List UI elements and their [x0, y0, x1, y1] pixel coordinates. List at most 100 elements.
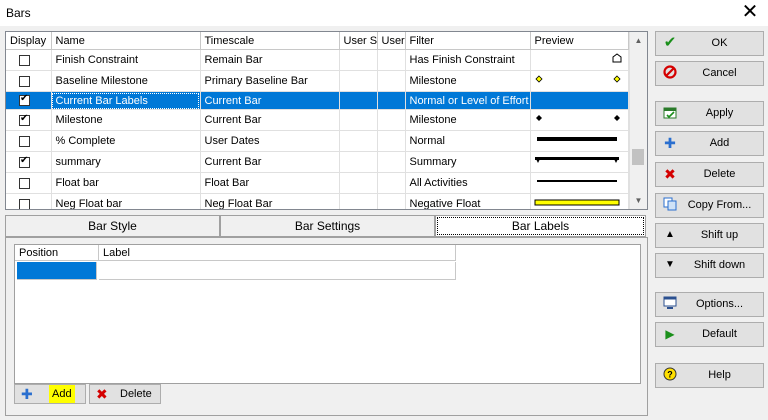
scroll-up-icon[interactable]: ▲ [630, 32, 647, 49]
bar-filter[interactable]: Summary [405, 151, 531, 173]
col-name[interactable]: Name [51, 32, 201, 50]
label-text-cell[interactable] [99, 262, 456, 280]
bar-filter[interactable]: Normal [405, 130, 531, 152]
bar-user-start[interactable] [339, 49, 378, 71]
close-icon[interactable]: ✕ [740, 1, 760, 23]
bar-timescale[interactable]: Current Bar [200, 151, 340, 173]
bar-user-start[interactable] [339, 130, 378, 152]
options-button[interactable]: Options... [655, 292, 764, 317]
bar-name[interactable]: Neg Float bar [51, 193, 201, 209]
bar-user-start[interactable] [339, 151, 378, 173]
bar-user-finish[interactable] [377, 109, 406, 131]
add-bar-button[interactable]: ✚ Add [655, 131, 764, 156]
bar-timescale[interactable]: Current Bar [200, 109, 340, 131]
bar-name[interactable]: Milestone [51, 109, 201, 131]
bar-user-start[interactable] [339, 70, 378, 92]
display-cell[interactable] [6, 91, 52, 110]
bar-preview[interactable] [530, 49, 629, 71]
display-cell[interactable] [6, 130, 52, 152]
bar-user-finish[interactable] [377, 130, 406, 152]
col-timescale[interactable]: Timescale [200, 32, 340, 50]
bar-row[interactable]: Current Bar LabelsCurrent Bar Normal or L… [6, 91, 629, 110]
bar-user-finish[interactable] [377, 193, 406, 209]
bar-timescale[interactable]: Primary Baseline Bar [200, 70, 340, 92]
col-position[interactable]: Position [15, 245, 99, 261]
bar-preview[interactable] [530, 70, 629, 92]
display-checkbox[interactable] [19, 113, 30, 126]
help-button[interactable]: ? Help [655, 363, 764, 388]
bar-timescale[interactable]: Remain Bar [200, 49, 340, 71]
bar-filter[interactable]: Normal or Level of Effort [405, 91, 531, 110]
bar-filter[interactable]: Milestone [405, 70, 531, 92]
shift-down-button[interactable]: ▼ Shift down [655, 253, 764, 278]
display-cell[interactable] [6, 172, 52, 194]
bar-row[interactable]: Float bar Float Bar All Activities [6, 172, 629, 194]
bar-user-finish[interactable] [377, 91, 406, 110]
bar-timescale[interactable]: User Dates [200, 130, 340, 152]
col-preview[interactable]: Preview [530, 32, 629, 50]
display-checkbox[interactable] [19, 177, 30, 189]
display-cell[interactable] [6, 193, 52, 209]
bar-filter[interactable]: Negative Float [405, 193, 531, 209]
col-filter[interactable]: Filter [405, 32, 531, 50]
bar-name[interactable]: % Complete [51, 130, 201, 152]
display-checkbox[interactable] [19, 54, 30, 66]
bar-user-start[interactable] [339, 109, 378, 131]
bar-preview[interactable] [530, 91, 629, 110]
bar-preview[interactable] [530, 130, 629, 152]
bar-user-start[interactable] [339, 172, 378, 194]
bar-user-start[interactable] [339, 193, 378, 209]
delete-bar-button[interactable]: ✖ Delete [655, 162, 764, 187]
bar-filter[interactable]: Has Finish Constraint [405, 49, 531, 71]
col-user-start[interactable]: User S [339, 32, 378, 50]
bar-preview[interactable] [530, 172, 629, 194]
bar-row[interactable]: MilestoneCurrent BarMilestone [6, 109, 629, 131]
bar-preview[interactable] [530, 193, 629, 209]
display-cell[interactable] [6, 151, 52, 173]
bar-user-finish[interactable] [377, 49, 406, 71]
display-cell[interactable] [6, 109, 52, 131]
display-checkbox[interactable] [19, 135, 30, 147]
bar-row[interactable]: % Complete User Dates Normal [6, 130, 629, 152]
delete-label-button[interactable]: ✖ Delete [89, 384, 161, 404]
bar-name[interactable]: summary [51, 151, 201, 173]
display-cell[interactable] [6, 70, 52, 92]
display-checkbox[interactable] [19, 155, 30, 168]
col-user-finish[interactable]: User [377, 32, 406, 50]
scroll-thumb[interactable] [632, 149, 644, 165]
col-display[interactable]: Display [6, 32, 52, 50]
bar-row[interactable]: Neg Float bar Neg Float Bar Negative Float [6, 193, 629, 209]
col-label[interactable]: Label [99, 245, 456, 261]
bar-user-start[interactable] [339, 91, 378, 110]
label-position-cell[interactable] [17, 262, 97, 280]
bar-filter[interactable]: Milestone [405, 109, 531, 131]
tab-bar-labels[interactable]: Bar Labels [435, 215, 646, 237]
add-label-button[interactable]: ✚ Add [14, 384, 86, 404]
copy-from-button[interactable]: Copy From... [655, 193, 764, 218]
bar-name[interactable]: Float bar [51, 172, 201, 194]
display-checkbox[interactable] [19, 93, 30, 107]
display-checkbox[interactable] [19, 75, 30, 87]
cancel-button[interactable]: Cancel [655, 61, 764, 86]
bar-preview[interactable] [530, 109, 629, 131]
apply-button[interactable]: Apply [655, 101, 764, 126]
bar-user-finish[interactable] [377, 70, 406, 92]
bar-timescale[interactable]: Neg Float Bar [200, 193, 340, 209]
bar-name[interactable]: Finish Constraint [51, 49, 201, 71]
bar-user-finish[interactable] [377, 151, 406, 173]
tab-bar-settings[interactable]: Bar Settings [220, 215, 435, 237]
scroll-down-icon[interactable]: ▼ [630, 192, 647, 209]
bar-name[interactable]: Baseline Milestone [51, 70, 201, 92]
bar-timescale[interactable]: Current Bar [200, 91, 340, 110]
bar-row[interactable]: Finish Constraint Remain Bar Has Finish Co… [6, 49, 629, 71]
bars-grid[interactable]: Display Name Timescale User S User Filte… [5, 31, 648, 210]
bar-preview[interactable] [530, 151, 629, 173]
bar-name[interactable]: Current Bar Labels [51, 91, 201, 110]
labels-grid[interactable]: Position Label [14, 244, 641, 384]
bar-row[interactable]: summaryCurrent Bar Summary [6, 151, 629, 173]
bar-timescale[interactable]: Float Bar [200, 172, 340, 194]
bar-user-finish[interactable] [377, 172, 406, 194]
display-checkbox[interactable] [19, 198, 30, 209]
grid-scrollbar[interactable]: ▲ ▼ [629, 32, 647, 209]
shift-up-button[interactable]: ▲ Shift up [655, 223, 764, 248]
